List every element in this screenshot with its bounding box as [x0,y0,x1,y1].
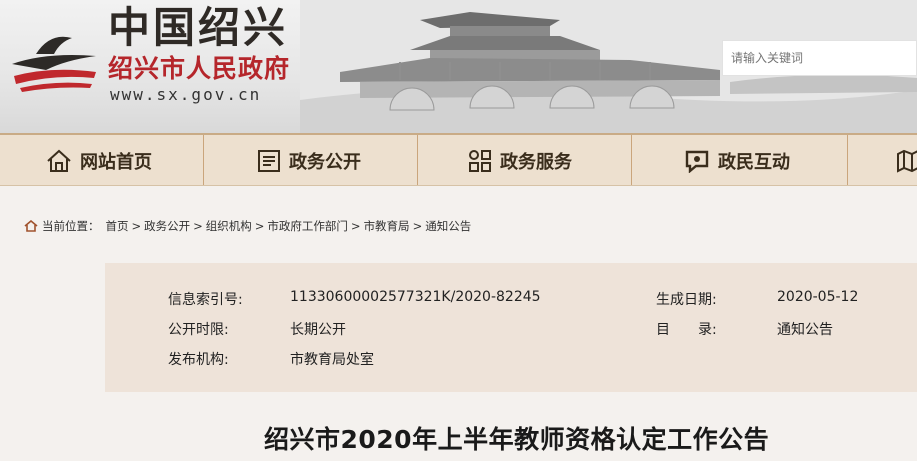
publisher-value: 市教育局处室 [290,352,374,368]
breadcrumb-separator: > [350,219,361,233]
breadcrumb-link-home[interactable]: 首页 [106,218,129,234]
breadcrumb: 当前位置： 首页 > 政务公开 > 组织机构 > 市政府工作部门 > 市教育局 … [24,218,471,234]
nav-item-label: 网站首页 [80,151,152,173]
index-number-value: 11330600002577321K/2020-82245 [290,289,541,305]
document-icon [258,149,280,172]
breadcrumb-link-organization[interactable]: 组织机构 [206,218,252,234]
nav-item-gov-services[interactable]: 政务服务 [418,135,632,185]
catalog-value: 通知公告 [777,322,833,338]
document-info-panel: 信息索引号: 11330600002577321K/2020-82245 生成日… [105,263,917,392]
nav-item-home[interactable]: 网站首页 [0,135,204,185]
breadcrumb-separator: > [193,219,203,233]
site-name: 中国绍兴 [108,3,289,52]
publisher-label: 发布机构: [168,352,229,368]
site-url: www.sx.gov.cn [110,85,262,104]
breadcrumb-link-notices[interactable]: 通知公告 [425,218,471,234]
site-subtitle: 绍兴市人民政府 [108,54,291,83]
generation-date-value: 2020-05-12 [777,289,859,305]
breadcrumb-link-departments[interactable]: 市政府工作部门 [267,218,348,234]
article-title: 绍兴市2020年上半年教师资格认定工作公告 [264,425,770,454]
catalog-label: 目 录: [656,322,717,338]
breadcrumb-prefix: 当前位置： [42,219,100,233]
breadcrumb-link-gov-affairs[interactable]: 政务公开 [144,218,190,234]
shaoxing-logo-icon [12,36,96,92]
nav-item-label: 政务公开 [289,151,361,173]
nav-item-label: 政民互动 [718,151,790,173]
disclosure-period-value: 长期公开 [290,322,346,338]
grid-icon [469,149,491,172]
nav-item-label: 政务服务 [500,151,572,173]
home-icon [47,149,71,172]
breadcrumb-separator: > [412,219,423,233]
nav-item-map[interactable] [848,135,917,185]
chat-icon [685,150,709,173]
breadcrumb-separator: > [254,219,265,233]
site-header: 中国绍兴 绍兴市人民政府 www.sx.gov.cn [0,0,917,133]
main-nav: 网站首页 政务公开 政务服务 政民互动 [0,133,917,186]
breadcrumb-link-education-bureau[interactable]: 市教育局 [364,218,410,234]
index-number-label: 信息索引号: [168,292,243,308]
disclosure-period-label: 公开时限: [168,322,229,338]
nav-item-gov-affairs[interactable]: 政务公开 [204,135,418,185]
map-icon [897,149,917,173]
breadcrumb-separator: > [131,219,142,233]
search-input[interactable] [722,40,917,76]
nav-item-interaction[interactable]: 政民互动 [632,135,848,185]
generation-date-label: 生成日期: [656,292,717,308]
location-home-icon [24,220,38,232]
